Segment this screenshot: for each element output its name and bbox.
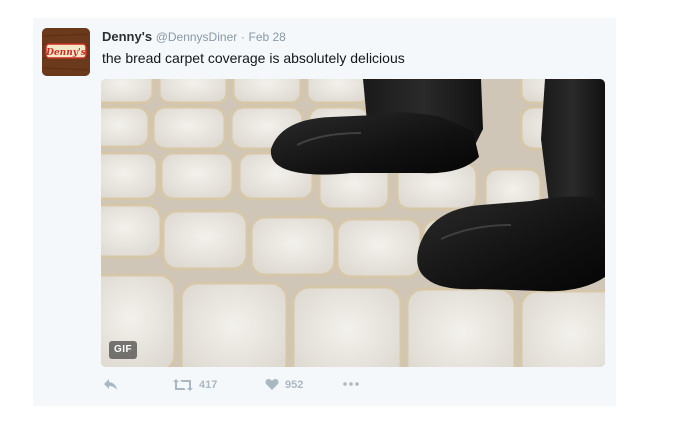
retweet-count: 417 <box>199 379 218 391</box>
tweet-text: the bread carpet coverage is absolutely … <box>102 50 405 66</box>
gif-badge: GIF <box>109 341 138 359</box>
retweet-icon <box>173 379 193 391</box>
bread-carpet-image <box>101 79 605 367</box>
reply-button[interactable] <box>103 378 119 392</box>
svg-text:Denny's: Denny's <box>45 48 86 58</box>
like-count: 952 <box>285 378 304 391</box>
more-icon <box>343 382 359 386</box>
heart-icon <box>265 379 279 390</box>
user-handle[interactable]: @DennysDiner <box>156 30 238 44</box>
dennys-logo-icon: Denny's <box>42 28 90 76</box>
display-name[interactable]: Denny's <box>102 29 152 44</box>
like-button[interactable]: 952 <box>265 378 303 391</box>
avatar[interactable]: Denny's <box>42 28 90 76</box>
retweet-button[interactable]: 417 <box>173 378 217 392</box>
tweet-card[interactable]: Denny's Denny's @DennysDiner · Feb 28 th… <box>33 18 616 406</box>
tweet-date[interactable]: Feb 28 <box>248 30 285 44</box>
tweet-media-gif[interactable]: GIF <box>101 79 605 367</box>
reply-icon <box>104 379 117 390</box>
header-separator: · <box>240 30 245 44</box>
tweet-header: Denny's @DennysDiner · Feb 28 <box>102 29 286 45</box>
more-button[interactable] <box>343 381 359 387</box>
